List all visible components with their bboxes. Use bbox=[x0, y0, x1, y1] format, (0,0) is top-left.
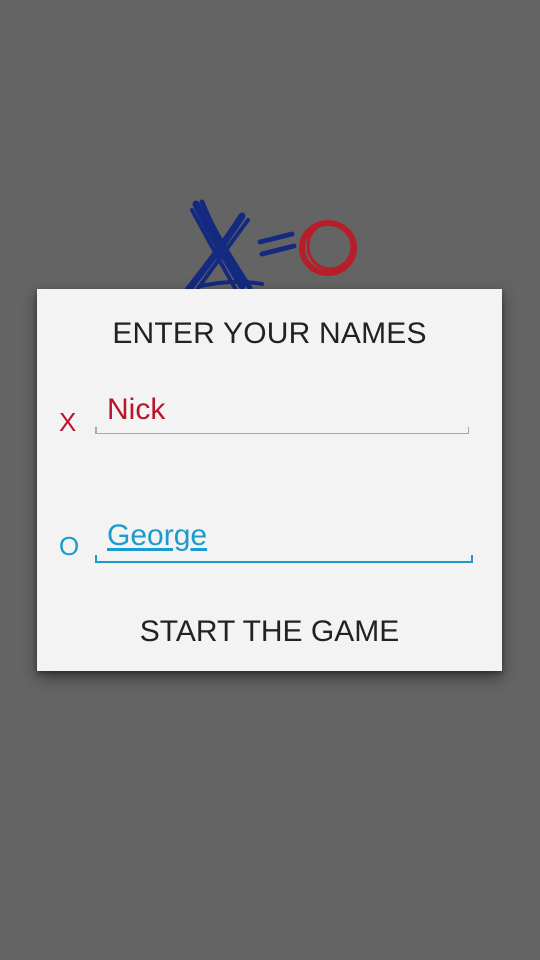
x-equals-o-logo-icon bbox=[184, 199, 357, 296]
player-x-name-field[interactable]: Nick bbox=[95, 389, 469, 434]
start-game-button[interactable]: START THE GAME bbox=[37, 615, 502, 649]
player-o-name-value[interactable]: George bbox=[107, 519, 207, 553]
player-x-symbol: X bbox=[59, 407, 77, 437]
player-o-name-field[interactable]: George bbox=[95, 515, 473, 563]
enter-names-dialog: ENTER YOUR NAMES X Nick O George START T… bbox=[37, 289, 502, 671]
player-o-symbol: O bbox=[59, 531, 80, 561]
field-edge-left bbox=[95, 555, 97, 561]
app-screen: ENTER YOUR NAMES X Nick O George START T… bbox=[0, 0, 540, 960]
dialog-title: ENTER YOUR NAMES bbox=[112, 317, 427, 350]
field-edge-right bbox=[471, 555, 473, 561]
player-x-name-value[interactable]: Nick bbox=[107, 393, 165, 427]
field-edge-left bbox=[95, 427, 97, 433]
field-edge-right bbox=[467, 427, 469, 433]
